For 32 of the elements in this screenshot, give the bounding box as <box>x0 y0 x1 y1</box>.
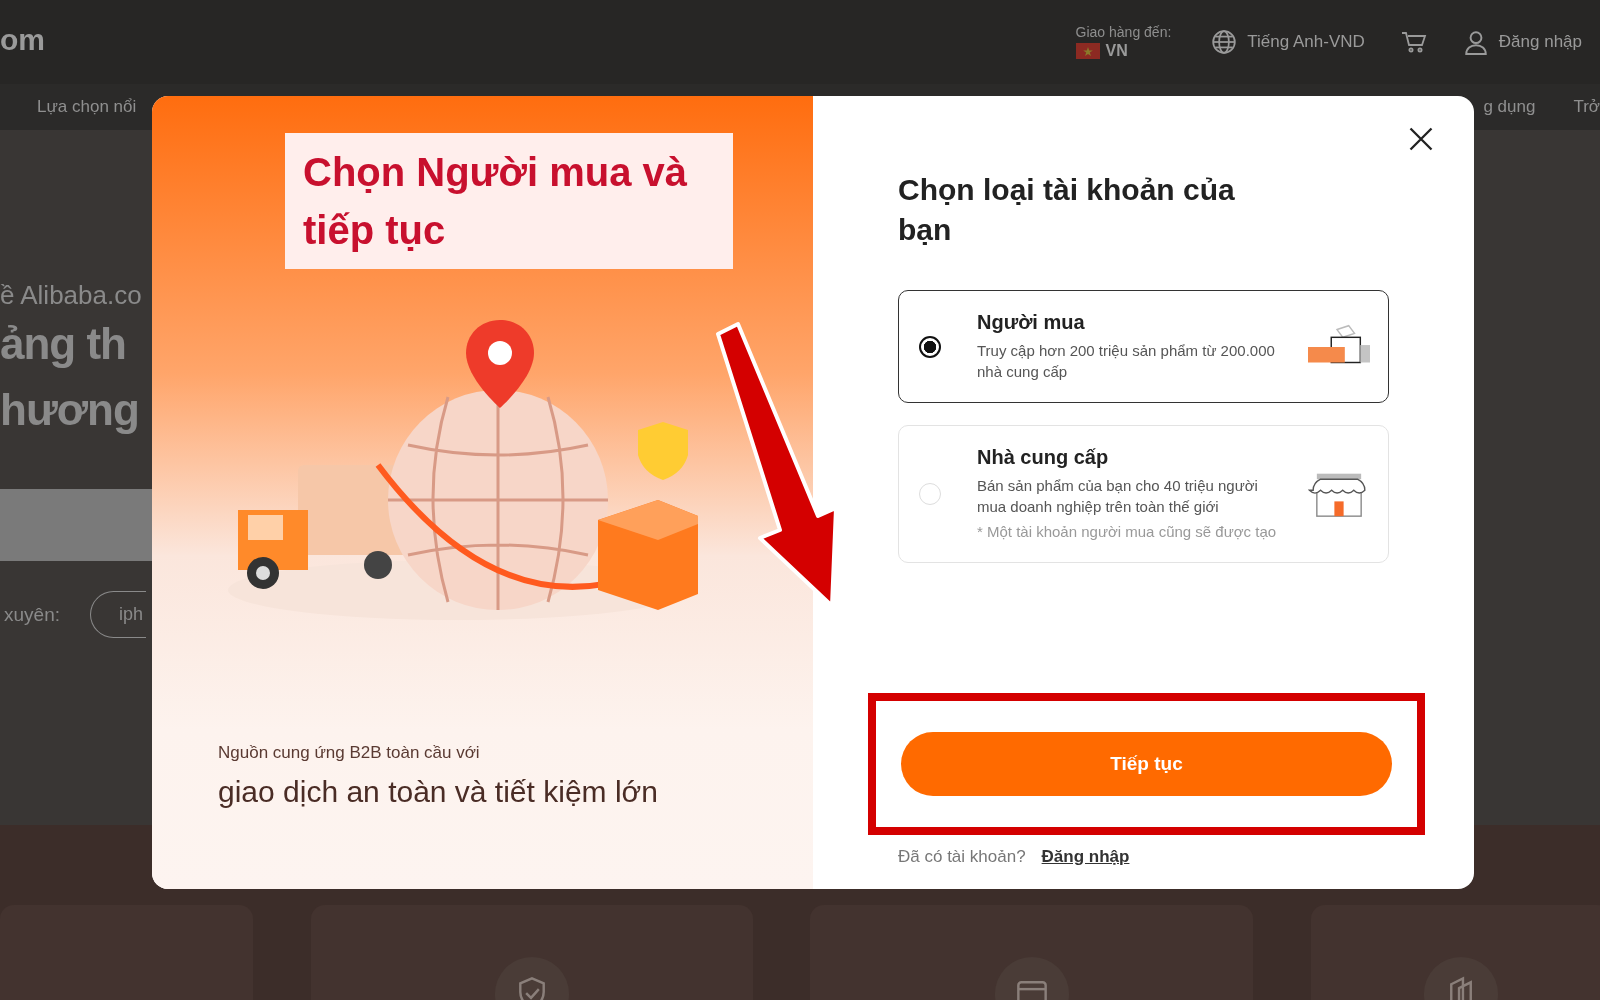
delivery-label: Giao hàng đến: <box>1075 24 1172 40</box>
nav-link[interactable]: Lựa chọn nổi <box>37 97 137 117</box>
delivery-country[interactable]: VN <box>1105 42 1128 60</box>
language-selector[interactable]: Tiếng Anh-VND <box>1247 32 1365 52</box>
cart-icon[interactable] <box>1400 29 1427 55</box>
user-icon[interactable] <box>1462 29 1489 55</box>
promo-headline: giao dịch an toàn và tiết kiệm lớn <box>218 775 658 809</box>
flag-icon <box>1075 43 1100 59</box>
login-link[interactable]: Đăng nhập <box>1498 32 1582 52</box>
globe-icon[interactable] <box>1211 29 1238 55</box>
promo-caption: Nguồn cung ứng B2B toàn cầu với <box>218 743 481 763</box>
frequent-label: xuyên: <box>3 603 60 626</box>
hero-headline: hương <box>0 384 139 436</box>
continue-button[interactable]: Tiếp tục <box>901 732 1392 796</box>
logo-text[interactable]: om <box>0 23 45 57</box>
option-title: Người mua <box>977 311 1086 334</box>
login-link[interactable]: Đăng nhập <box>1041 847 1130 867</box>
hero-subtitle: ề Alibaba.co <box>0 280 142 311</box>
dialog-title: Chọn loại tài khoản của bạn <box>898 172 1236 248</box>
radio-button[interactable] <box>919 335 941 358</box>
hero-headline: ảng th <box>0 318 126 370</box>
annotation-callout: Chọn Người mua và tiếp tục <box>285 133 733 269</box>
option-description: Truy cập hơn 200 triệu sản phẩm từ 200.000 nhà cung cấp <box>977 341 1276 382</box>
option-description: Bán sản phẩm của bạn cho 40 triệu người mua doanh nghiệp trên toàn thế giới <box>977 476 1259 517</box>
login-prompt: Đã có tài khoản? <box>898 847 1026 867</box>
close-icon <box>1407 125 1435 153</box>
option-title: Nhà cung cấp <box>977 446 1110 469</box>
account-type-option[interactable]: Nhà cung cấp Bán sản phẩm của bạn cho 40 triệu người mua doanh nghiệp trên toàn thế giới * Một tài khoản người mua cũng sẽ được tạo <box>898 425 1389 563</box>
nav-link[interactable]: g dụng <box>1483 97 1536 117</box>
nav-link[interactable]: Trở <box>1573 97 1600 117</box>
option-note: * Một tài khoản người mua cũng sẽ được tạo <box>977 522 1277 542</box>
account-type-option[interactable]: Người mua Truy cập hơn 200 triệu sản phẩm từ 200.000 nhà cung cấp <box>898 290 1389 403</box>
